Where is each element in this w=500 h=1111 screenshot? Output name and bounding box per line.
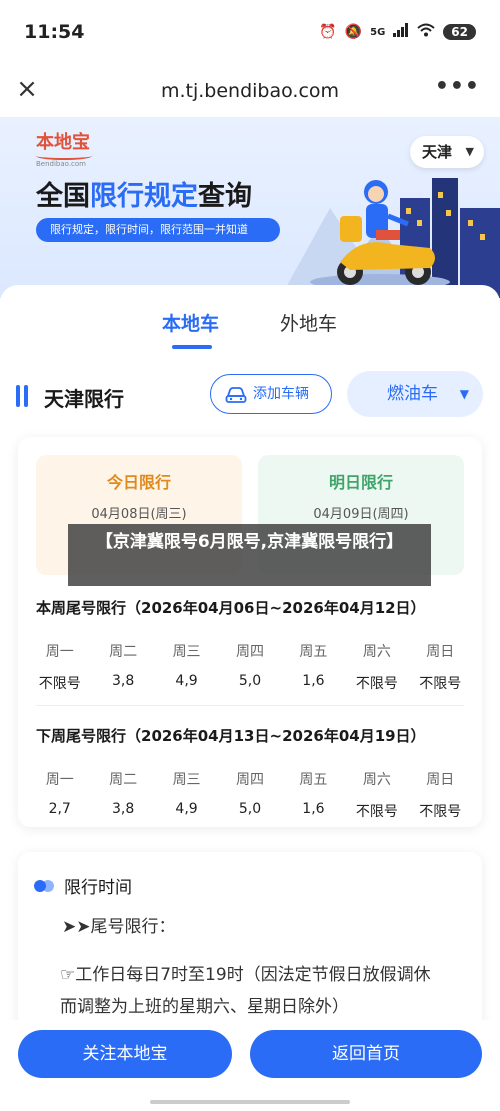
this-week-title: 本周尾号限行（2026年04月06日~2026年04月12日） bbox=[36, 599, 426, 617]
signal-icon bbox=[393, 23, 409, 41]
browser-bar: × m.tj.bendibao.com ••• bbox=[0, 64, 500, 118]
logo-sub: Bendibao.com bbox=[36, 160, 87, 168]
day-label: 周五 bbox=[299, 772, 328, 788]
fuel-label: 燃油车 bbox=[387, 384, 438, 404]
car-icon bbox=[225, 383, 247, 421]
table-col: 周一 2,7 bbox=[28, 769, 91, 821]
dot-icon bbox=[34, 880, 46, 892]
table-col: 周三 4,9 bbox=[155, 641, 218, 693]
divider bbox=[36, 705, 464, 706]
plate-value: 4,9 bbox=[175, 801, 198, 817]
day-label: 周一 bbox=[45, 644, 74, 660]
plate-value: 不限号 bbox=[38, 676, 81, 692]
day-label: 周四 bbox=[235, 772, 264, 788]
plate-value: 4,9 bbox=[175, 673, 198, 689]
day-label: 周四 bbox=[235, 644, 264, 660]
plate-value: 不限号 bbox=[355, 676, 398, 692]
logo[interactable]: 本地宝 Bendibao.com bbox=[36, 128, 92, 168]
status-bar: 11:54 ⏰ 🔕 5G 62 bbox=[0, 0, 500, 64]
plate-value: 5,0 bbox=[238, 801, 262, 817]
home-indicator[interactable] bbox=[150, 1100, 350, 1104]
plate-value: 1,6 bbox=[302, 801, 325, 817]
wifi-icon bbox=[417, 23, 435, 41]
plate-value: 不限号 bbox=[355, 804, 398, 820]
table-col: 周二 3,8 bbox=[91, 769, 154, 821]
today-title: 今日限行 bbox=[106, 473, 171, 492]
table-col: 周五 1,6 bbox=[282, 641, 345, 693]
table-col: 周一 不限号 bbox=[28, 641, 91, 693]
follow-button[interactable]: 关注本地宝 bbox=[18, 1030, 232, 1078]
close-icon[interactable]: × bbox=[14, 74, 40, 104]
fuel-type-select[interactable]: 燃油车 ▼ bbox=[347, 371, 483, 417]
day-label: 周日 bbox=[426, 772, 455, 788]
section-title: 天津限行 bbox=[44, 387, 124, 411]
table-col: 周四 5,0 bbox=[218, 641, 281, 693]
battery-icon: 62 bbox=[443, 24, 476, 40]
day-label: 周日 bbox=[426, 644, 455, 660]
caret-down-icon: ▼ bbox=[459, 387, 469, 401]
time-line-1: ➤➤尾号限行： bbox=[62, 917, 176, 937]
day-label: 周三 bbox=[172, 772, 201, 788]
time-line-2: ☞工作日每日7时至19时（因法定节假日放假调休 bbox=[60, 965, 431, 985]
tomorrow-title: 明日限行 bbox=[328, 473, 393, 492]
today-date: 04月08日(周三) bbox=[91, 507, 187, 522]
table-col: 周日 不限号 bbox=[409, 641, 472, 693]
day-label: 周二 bbox=[109, 772, 138, 788]
table-col: 周六 不限号 bbox=[345, 769, 408, 821]
mute-icon: 🔕 bbox=[344, 24, 363, 40]
day-label: 周六 bbox=[362, 772, 391, 788]
city-label: 天津 bbox=[422, 143, 453, 161]
table-col: 周日 不限号 bbox=[409, 769, 472, 821]
plate-value: 不限号 bbox=[419, 804, 462, 820]
restriction-card: 今日限行 04月08日(周三) 明日限行 04月09日(周四) 本周尾号限行（2… bbox=[18, 437, 482, 827]
plate-value: 2,7 bbox=[48, 801, 71, 817]
table-col: 周二 3,8 bbox=[91, 641, 154, 693]
plate-value: 不限号 bbox=[419, 676, 462, 692]
table-col: 周五 1,6 bbox=[282, 769, 345, 821]
day-label: 周一 bbox=[45, 772, 74, 788]
time-card: 限行时间 ➤➤尾号限行： ☞工作日每日7时至19时（因法定节假日放假调休 而调整… bbox=[18, 852, 482, 1042]
alarm-icon: ⏰ bbox=[319, 24, 337, 40]
table-col: 周三 4,9 bbox=[155, 769, 218, 821]
banner-illustration bbox=[280, 158, 500, 298]
table-col: 周四 5,0 bbox=[218, 769, 281, 821]
day-label: 周二 bbox=[109, 644, 138, 660]
section-marker bbox=[16, 385, 20, 407]
banner-pill: 限行规定，限行时间，限行范围一并知道 bbox=[36, 218, 280, 242]
day-label: 周五 bbox=[299, 644, 328, 660]
section-marker bbox=[24, 385, 28, 407]
banner: 本地宝 Bendibao.com 全国限行规定查询 限行规定，限行时间，限行范围… bbox=[0, 118, 500, 298]
city-select[interactable]: 天津 ▼ bbox=[410, 136, 484, 168]
tab-local[interactable]: 本地车 bbox=[162, 309, 219, 336]
overlay-caption: 【京津冀限号6月限号,京津冀限号限行】 bbox=[68, 524, 431, 586]
caret-down-icon: ▼ bbox=[465, 145, 474, 158]
plate-value: 3,8 bbox=[112, 801, 135, 817]
tab-indicator bbox=[172, 345, 212, 349]
more-icon[interactable]: ••• bbox=[435, 74, 480, 99]
status-time: 11:54 bbox=[24, 21, 85, 43]
home-button[interactable]: 返回首页 bbox=[250, 1030, 482, 1078]
this-week-table: 周一不限号 周二 3,8 周三 4,9 周四 5,0 周五 1,6 周六不限号 周日不限… bbox=[28, 641, 472, 693]
plate-value: 3,8 bbox=[112, 673, 135, 689]
tab-out[interactable]: 外地车 bbox=[280, 309, 337, 336]
day-label: 周三 bbox=[172, 644, 201, 660]
table-col: 周六 不限号 bbox=[345, 641, 408, 693]
add-car-label: 添加车辆 bbox=[253, 386, 309, 402]
logo-text: 本地宝 bbox=[36, 132, 90, 153]
signal-label: 5G bbox=[370, 26, 386, 38]
day-label: 周六 bbox=[362, 644, 391, 660]
plate-value: 5,0 bbox=[238, 673, 262, 689]
banner-title: 全国限行规定查询 bbox=[36, 181, 252, 212]
tomorrow-date: 04月09日(周四) bbox=[313, 507, 409, 522]
next-week-title: 下周尾号限行（2026年04月13日~2026年04月19日） bbox=[36, 727, 426, 745]
add-car-button[interactable]: 添加车辆 bbox=[210, 374, 332, 414]
plate-value: 1,6 bbox=[302, 673, 325, 689]
browser-url[interactable]: m.tj.bendibao.com bbox=[0, 80, 500, 102]
status-icons: ⏰ 🔕 5G 62 bbox=[319, 23, 476, 41]
bottom-bar: 关注本地宝 返回首页 bbox=[0, 1020, 500, 1111]
time-line-3: 而调整为上班的星期六、星期日除外） bbox=[60, 997, 349, 1017]
next-week-table: 周一 2,7 周二 3,8 周三 4,9 周四 5,0 周五 1,6 周六不限号 周日不限… bbox=[28, 769, 472, 821]
time-card-title: 限行时间 bbox=[64, 878, 132, 898]
